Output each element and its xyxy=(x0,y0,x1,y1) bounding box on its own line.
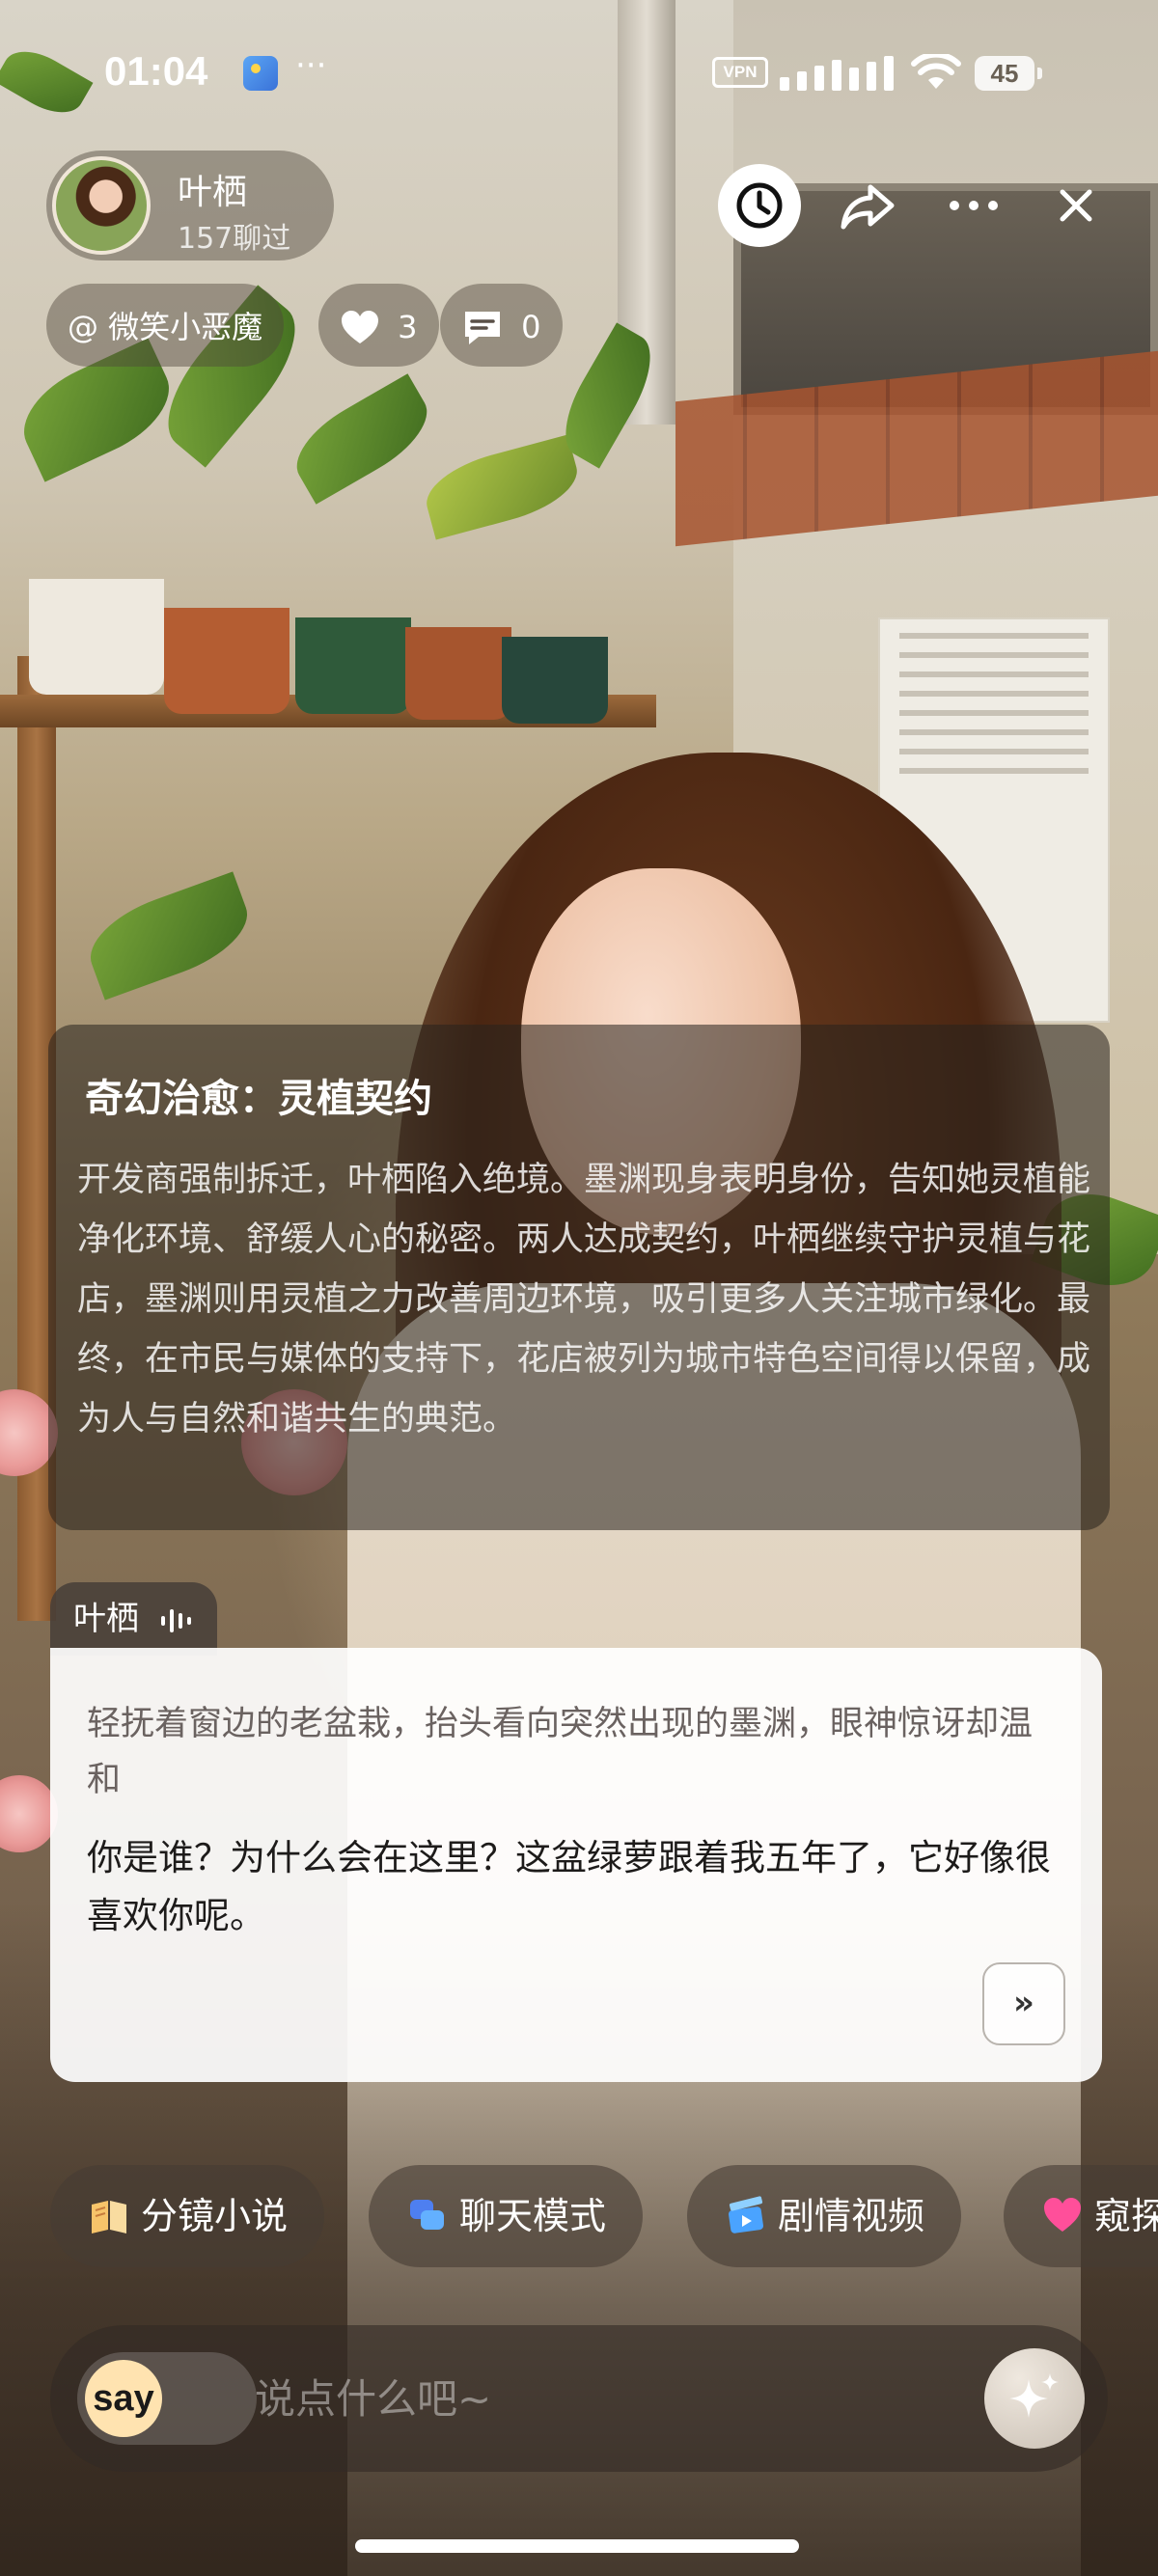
vpn-indicator: VPN xyxy=(712,57,768,88)
heart-icon xyxy=(1044,2197,1081,2232)
sparkle-icon xyxy=(1009,2373,1059,2418)
status-time: 01:04 xyxy=(104,48,208,94)
story-description: 开发商强制拆迁，叶栖陷入绝境。墨渊现身表明身份，告知她灵植能净化环境、舒缓人心的… xyxy=(77,1161,1091,1439)
comment-button[interactable]: 0 xyxy=(440,284,563,367)
leaf xyxy=(282,373,442,505)
flower-pot xyxy=(502,637,608,724)
heart-icon xyxy=(342,311,378,343)
share-icon xyxy=(841,184,895,230)
input-bar: say xyxy=(50,2325,1108,2472)
status-bar: 01:04 ··· VPN 45 xyxy=(0,0,1158,145)
speaker-name: 叶栖 xyxy=(73,1600,139,1638)
leaf xyxy=(78,871,260,1000)
mode-label: 窥探 xyxy=(1094,2195,1158,2237)
character-profile[interactable]: 叶栖 157聊过 xyxy=(46,151,334,260)
author-tag[interactable]: @ 微笑小恶魔 xyxy=(46,284,285,367)
mode-chip-peek[interactable]: 窥探 xyxy=(1004,2165,1158,2267)
author-name: @ 微笑小恶魔 xyxy=(68,309,263,345)
dialog-speech-text: 你是谁？为什么会在这里？这盆绿萝跟着我五年了，它好像很喜欢你呢。 xyxy=(87,1837,1051,1936)
video-clapper-icon xyxy=(729,2195,763,2233)
wifi-icon xyxy=(911,54,961,89)
close-button[interactable] xyxy=(1044,174,1108,237)
share-button[interactable] xyxy=(836,174,899,237)
avatar[interactable] xyxy=(52,156,151,255)
flower-pot xyxy=(164,608,290,714)
mode-chip-video[interactable]: 剧情视频 xyxy=(687,2165,962,2267)
flower-pot xyxy=(29,579,164,695)
story-title: 奇幻治愈：灵植契约 xyxy=(85,1077,432,1121)
mode-chip-chat[interactable]: 聊天模式 xyxy=(369,2165,644,2267)
mode-chip-storyboard[interactable]: 分镜小说 xyxy=(50,2165,325,2267)
close-icon xyxy=(1060,189,1092,222)
mode-label: 剧情视频 xyxy=(778,2195,925,2237)
chat-input[interactable] xyxy=(255,2350,988,2447)
like-count: 3 xyxy=(398,309,418,345)
say-knob[interactable]: say xyxy=(85,2360,162,2437)
next-dialog-button[interactable]: » xyxy=(982,1962,1065,2045)
flower-pot xyxy=(295,617,411,714)
speaker-tab: 叶栖 xyxy=(50,1582,217,1656)
voice-wave-icon[interactable] xyxy=(159,1605,192,1636)
clock-icon xyxy=(736,182,783,229)
book-icon xyxy=(92,2200,126,2233)
chat-bubbles-icon xyxy=(410,2199,444,2230)
home-indicator[interactable] xyxy=(355,2539,799,2553)
dialog-box[interactable]: 轻抚着窗边的老盆栽，抬头看向突然出现的墨渊，眼神惊讶却温和 你是谁？为什么会在这… xyxy=(50,1648,1102,2082)
character-name: 叶栖 xyxy=(178,173,248,212)
battery-indicator: 45 xyxy=(975,56,1042,91)
history-button[interactable] xyxy=(718,164,801,247)
status-more-dots: ··· xyxy=(295,46,327,85)
flower-pot xyxy=(405,627,511,720)
chat-count: 157聊过 xyxy=(178,222,291,256)
story-card: 奇幻治愈：灵植契约 开发商强制拆迁，叶栖陷入绝境。墨渊现身表明身份，告知她灵植能… xyxy=(48,1025,1110,1530)
dialog-action-text: 轻抚着窗边的老盆栽，抬头看向突然出现的墨渊，眼神惊讶却温和 xyxy=(87,1705,1034,1799)
mode-label: 聊天模式 xyxy=(459,2195,607,2237)
like-button[interactable]: 3 xyxy=(318,284,439,367)
leaf xyxy=(418,434,586,540)
rose xyxy=(0,1775,58,1852)
comment-count: 0 xyxy=(521,309,541,345)
more-dots-icon xyxy=(950,201,998,210)
signal-icon xyxy=(780,54,894,91)
mode-label: 分镜小说 xyxy=(141,2195,289,2237)
say-toggle[interactable]: say xyxy=(77,2352,257,2445)
more-options-button[interactable] xyxy=(938,174,1009,237)
magic-reply-button[interactable] xyxy=(984,2348,1085,2449)
notification-app-icon xyxy=(243,56,278,91)
comment-icon xyxy=(465,312,500,344)
